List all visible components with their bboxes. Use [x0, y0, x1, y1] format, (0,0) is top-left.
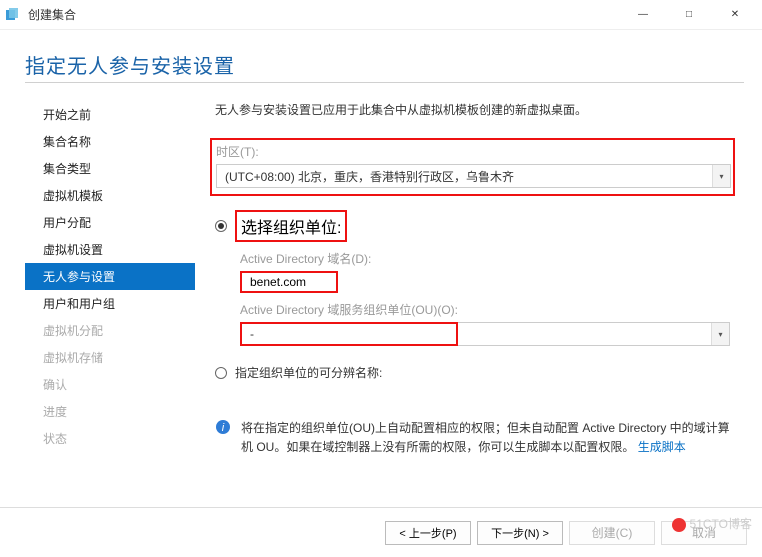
ad-domain-wrap: benet.com: [240, 271, 735, 293]
info-text: 将在指定的组织单位(OU)上自动配置相应的权限；但未自动配置 Active Di…: [241, 419, 735, 457]
timezone-highlight-box: 时区(T): (UTC+08:00) 北京，重庆，香港特别行政区，乌鲁木齐 ▾: [210, 138, 735, 196]
chevron-down-icon: ▾: [712, 165, 730, 187]
cancel-button: 取消: [661, 521, 747, 545]
radio-specify-dn-indicator: [215, 367, 227, 379]
content-area: 指定无人参与安装设置 开始之前 集合名称 集合类型 虚拟机模板 用户分配 虚拟机…: [0, 30, 762, 507]
sidebar-item-users-groups[interactable]: 用户和用户组: [25, 290, 195, 317]
ad-ou-combo[interactable]: -: [240, 322, 458, 346]
page-title: 指定无人参与安装设置: [25, 50, 744, 79]
wizard-sidebar: 开始之前 集合名称 集合类型 虚拟机模板 用户分配 虚拟机设置 无人参与设置 用…: [25, 101, 195, 507]
ad-ou-value: -: [242, 327, 456, 341]
sidebar-item-progress: 进度: [25, 398, 195, 425]
radio-select-ou-row[interactable]: 选择组织单位:: [215, 210, 735, 242]
sidebar-item-status: 状态: [25, 425, 195, 452]
radio-select-ou-label: 选择组织单位:: [235, 210, 347, 242]
button-bar: < 上一步(P) 下一步(N) > 创建(C) 取消: [0, 507, 762, 557]
sidebar-item-vm-storage: 虚拟机存储: [25, 344, 195, 371]
sidebar-item-vm-alloc: 虚拟机分配: [25, 317, 195, 344]
maximize-button[interactable]: □: [666, 0, 712, 30]
window-title: 创建集合: [28, 6, 620, 23]
app-icon: [4, 7, 20, 23]
main-panel: 无人参与安装设置已应用于此集合中从虚拟机模板创建的新虚拟桌面。 时区(T): (…: [195, 101, 745, 507]
sidebar-item-unattended[interactable]: 无人参与设置: [25, 263, 195, 290]
ad-domain-label: Active Directory 域名(D):: [215, 250, 735, 267]
sidebar-item-collection-name[interactable]: 集合名称: [25, 128, 195, 155]
intro-text: 无人参与安装设置已应用于此集合中从虚拟机模板创建的新虚拟桌面。: [215, 101, 735, 118]
timezone-combo[interactable]: (UTC+08:00) 北京，重庆，香港特别行政区，乌鲁木齐 ▾: [216, 164, 731, 188]
window-controls: — □ ✕: [620, 0, 758, 30]
close-button[interactable]: ✕: [712, 0, 758, 30]
sidebar-item-confirm: 确认: [25, 371, 195, 398]
chevron-down-icon: ▾: [711, 323, 729, 345]
heading-divider: [25, 82, 744, 83]
radio-select-ou-indicator: [215, 220, 227, 232]
timezone-value: (UTC+08:00) 北京，重庆，香港特别行政区，乌鲁木齐: [217, 168, 712, 185]
minimize-button[interactable]: —: [620, 0, 666, 30]
create-button: 创建(C): [569, 521, 655, 545]
prev-button[interactable]: < 上一步(P): [385, 521, 471, 545]
sidebar-item-collection-type[interactable]: 集合类型: [25, 155, 195, 182]
info-icon: i: [215, 419, 231, 435]
sidebar-item-vm-template[interactable]: 虚拟机模板: [25, 182, 195, 209]
timezone-label: 时区(T):: [216, 143, 729, 160]
sidebar-item-before-start[interactable]: 开始之前: [25, 101, 195, 128]
title-bar: 创建集合 — □ ✕: [0, 0, 762, 30]
ad-domain-value[interactable]: benet.com: [240, 271, 338, 293]
radio-specify-dn-label: 指定组织单位的可分辨名称:: [235, 364, 382, 381]
generate-script-link[interactable]: 生成脚本: [638, 440, 686, 454]
main-layout: 开始之前 集合名称 集合类型 虚拟机模板 用户分配 虚拟机设置 无人参与设置 用…: [25, 101, 744, 507]
sidebar-item-user-assign[interactable]: 用户分配: [25, 209, 195, 236]
next-button[interactable]: 下一步(N) >: [477, 521, 563, 545]
info-block: i 将在指定的组织单位(OU)上自动配置相应的权限；但未自动配置 Active …: [215, 419, 735, 457]
radio-specify-dn-row[interactable]: 指定组织单位的可分辨名称:: [215, 364, 735, 381]
sidebar-item-vm-settings[interactable]: 虚拟机设置: [25, 236, 195, 263]
ad-ou-label: Active Directory 域服务组织单位(OU)(O):: [215, 301, 735, 318]
